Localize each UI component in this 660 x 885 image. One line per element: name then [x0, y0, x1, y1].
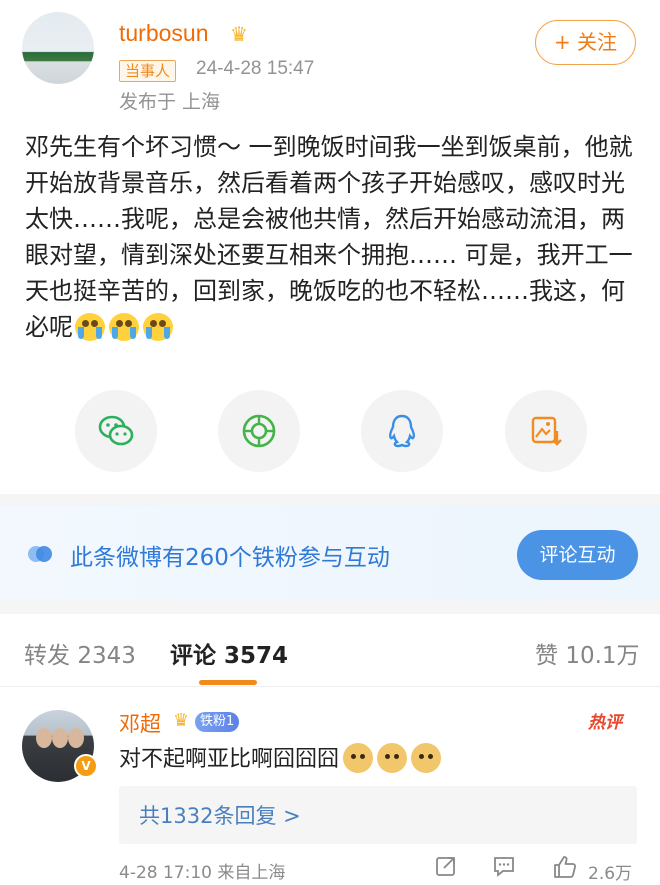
author-avatar[interactable]	[22, 12, 94, 84]
replies-box[interactable]: 共1332条回复 >	[119, 786, 637, 844]
share-icon[interactable]	[434, 854, 458, 878]
crying-face-icon	[75, 313, 107, 343]
comment-meta: 4-28 17:10 来自上海	[119, 858, 285, 883]
thumbs-up-icon[interactable]	[552, 854, 578, 880]
post-location: 发布于 上海	[119, 91, 221, 113]
section-divider	[0, 494, 660, 506]
post-content: 邓先生有个坏习惯～ 一到晚饭时间我一坐到饭桌前，他就开始放背景音乐，然后看着两个…	[25, 129, 645, 345]
crying-face-icon	[143, 313, 175, 343]
hot-comment-badge: 热评	[588, 713, 622, 733]
share-row	[0, 390, 660, 472]
post-text: 邓先生有个坏习惯～ 一到晚饭时间我一坐到饭桌前，他就开始放背景音乐，然后看着两个…	[25, 133, 633, 341]
tab-comments-label: 评论	[170, 643, 216, 669]
reply-icon[interactable]	[492, 854, 516, 878]
post-timestamp: 24-4-28 15:47	[196, 58, 315, 79]
tab-likes-label: 赞	[535, 643, 558, 669]
tab-comments[interactable]: 评论 3574	[170, 636, 288, 670]
tab-likes[interactable]: 赞 10.1万	[535, 636, 640, 670]
qq-icon	[388, 414, 416, 448]
comment-item: V 邓超 ♛ 铁粉1 热评 对不起啊亚比啊囧囧囧 共1332条回复 > 4-28…	[0, 688, 660, 885]
tab-repost-count: 2343	[77, 643, 136, 669]
save-image-button[interactable]	[505, 390, 587, 472]
doge-icon	[377, 743, 408, 773]
crown-icon: ♛	[173, 710, 190, 731]
fans-interaction-text: 此条微博有260个铁粉参与互动	[70, 545, 390, 571]
wechat-icon	[98, 415, 134, 446]
share-moments-button[interactable]	[218, 390, 300, 472]
author-name[interactable]: turbosun	[119, 20, 209, 47]
save-image-icon	[531, 416, 562, 446]
verified-icon: V	[74, 754, 98, 778]
fans-interaction-bar[interactable]: 此条微博有260个铁粉参与互动 评论互动	[0, 506, 660, 600]
doge-icon	[343, 743, 374, 773]
follow-button[interactable]: + 关注	[535, 20, 636, 65]
share-wechat-button[interactable]	[75, 390, 157, 472]
tab-likes-count: 10.1万	[565, 643, 640, 669]
tab-comments-count: 3574	[224, 643, 289, 669]
commenter-name[interactable]: 邓超	[119, 708, 161, 738]
comment-time: 4-28 17:10	[119, 863, 212, 883]
comment-source: 来自上海	[217, 863, 286, 883]
fans-icon	[28, 546, 52, 562]
post-card: turbosun ♛ 当事人 24-4-28 15:47 发布于 上海 + 关注…	[0, 0, 660, 494]
comment-interact-button[interactable]: 评论互动	[517, 530, 638, 580]
tab-repost-label: 转发	[24, 643, 70, 669]
section-divider	[0, 600, 660, 614]
crying-face-icon	[109, 313, 141, 343]
moments-icon	[242, 414, 276, 448]
doge-icon	[411, 743, 442, 773]
author-tag: 当事人	[119, 60, 177, 82]
comment-like-count: 2.6万	[588, 864, 633, 884]
comment-text: 对不起啊亚比啊囧囧囧	[119, 743, 442, 777]
crown-icon: ♛	[230, 22, 248, 46]
fan-level-badge: 铁粉1	[195, 712, 240, 732]
engagement-tabs: 转发 2343 评论 3574 赞 10.1万	[0, 614, 660, 688]
active-tab-indicator	[199, 680, 257, 685]
view-replies-link[interactable]: 共1332条回复 >	[139, 800, 301, 830]
share-qq-button[interactable]	[361, 390, 443, 472]
tabs-divider	[0, 686, 660, 687]
tab-repost[interactable]: 转发 2343	[24, 636, 136, 670]
comment-text-body: 对不起啊亚比啊囧囧囧	[119, 747, 340, 772]
